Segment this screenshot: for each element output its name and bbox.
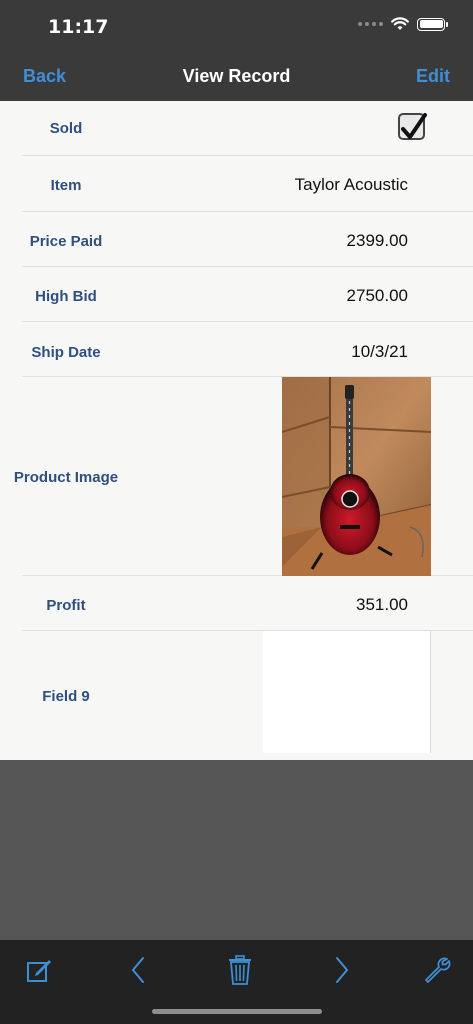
status-time: 11:17 <box>48 16 109 38</box>
battery-icon <box>417 17 448 31</box>
field-row-high-bid: High Bid 2750.00 <box>0 267 473 322</box>
navigation-bar: Back View Record Edit <box>0 52 473 101</box>
field-row-ship-date: Ship Date 10/3/21 <box>0 322 473 377</box>
field-value-price-paid: 2399.00 <box>346 231 408 250</box>
field-label-product-image: Product Image <box>13 469 119 486</box>
next-record-button[interactable] <box>326 955 356 985</box>
status-bar: 11:17 <box>0 0 473 52</box>
field-label-profit: Profit <box>46 597 86 614</box>
wrench-icon <box>425 957 451 983</box>
edit-button[interactable]: Edit <box>416 66 450 87</box>
field-value-high-bid: 2750.00 <box>346 286 408 305</box>
field-label-ship-date: Ship Date <box>31 344 101 361</box>
trash-icon <box>229 955 251 985</box>
home-indicator <box>152 1009 322 1014</box>
field-row-profit: Profit 351.00 <box>0 576 473 631</box>
field-label-high-bid: High Bid <box>35 288 97 305</box>
wifi-icon <box>391 17 409 30</box>
compose-button[interactable] <box>24 955 54 985</box>
field9-value[interactable] <box>263 631 431 753</box>
edit-icon <box>27 960 51 982</box>
field-row-price-paid: Price Paid 2399.00 <box>0 212 473 267</box>
field-label-item: Item <box>50 177 82 194</box>
chevron-right-icon <box>336 957 349 983</box>
record-form: Sold Item Taylor Acoustic Price Paid 239… <box>0 101 473 760</box>
field-value-profit: 351.00 <box>356 595 408 614</box>
chevron-left-icon <box>131 957 144 983</box>
field-row-sold: Sold <box>0 101 473 156</box>
sold-checkbox[interactable] <box>398 113 427 140</box>
delete-record-button[interactable] <box>225 955 255 985</box>
previous-record-button[interactable] <box>124 955 154 985</box>
field-label-price-paid: Price Paid <box>29 233 103 250</box>
field-value-item: Taylor Acoustic <box>294 175 408 194</box>
status-icons <box>358 17 448 31</box>
field-label-sold: Sold <box>49 120 83 137</box>
checkmark-icon <box>401 113 427 139</box>
page-title: View Record <box>182 66 291 86</box>
field-row-item: Item Taylor Acoustic <box>0 156 473 212</box>
tools-button[interactable] <box>422 955 452 985</box>
product-image[interactable] <box>282 377 431 576</box>
signal-icon <box>358 22 383 26</box>
field-label-field9: Field 9 <box>42 688 90 705</box>
field-value-ship-date: 10/3/21 <box>351 342 408 361</box>
